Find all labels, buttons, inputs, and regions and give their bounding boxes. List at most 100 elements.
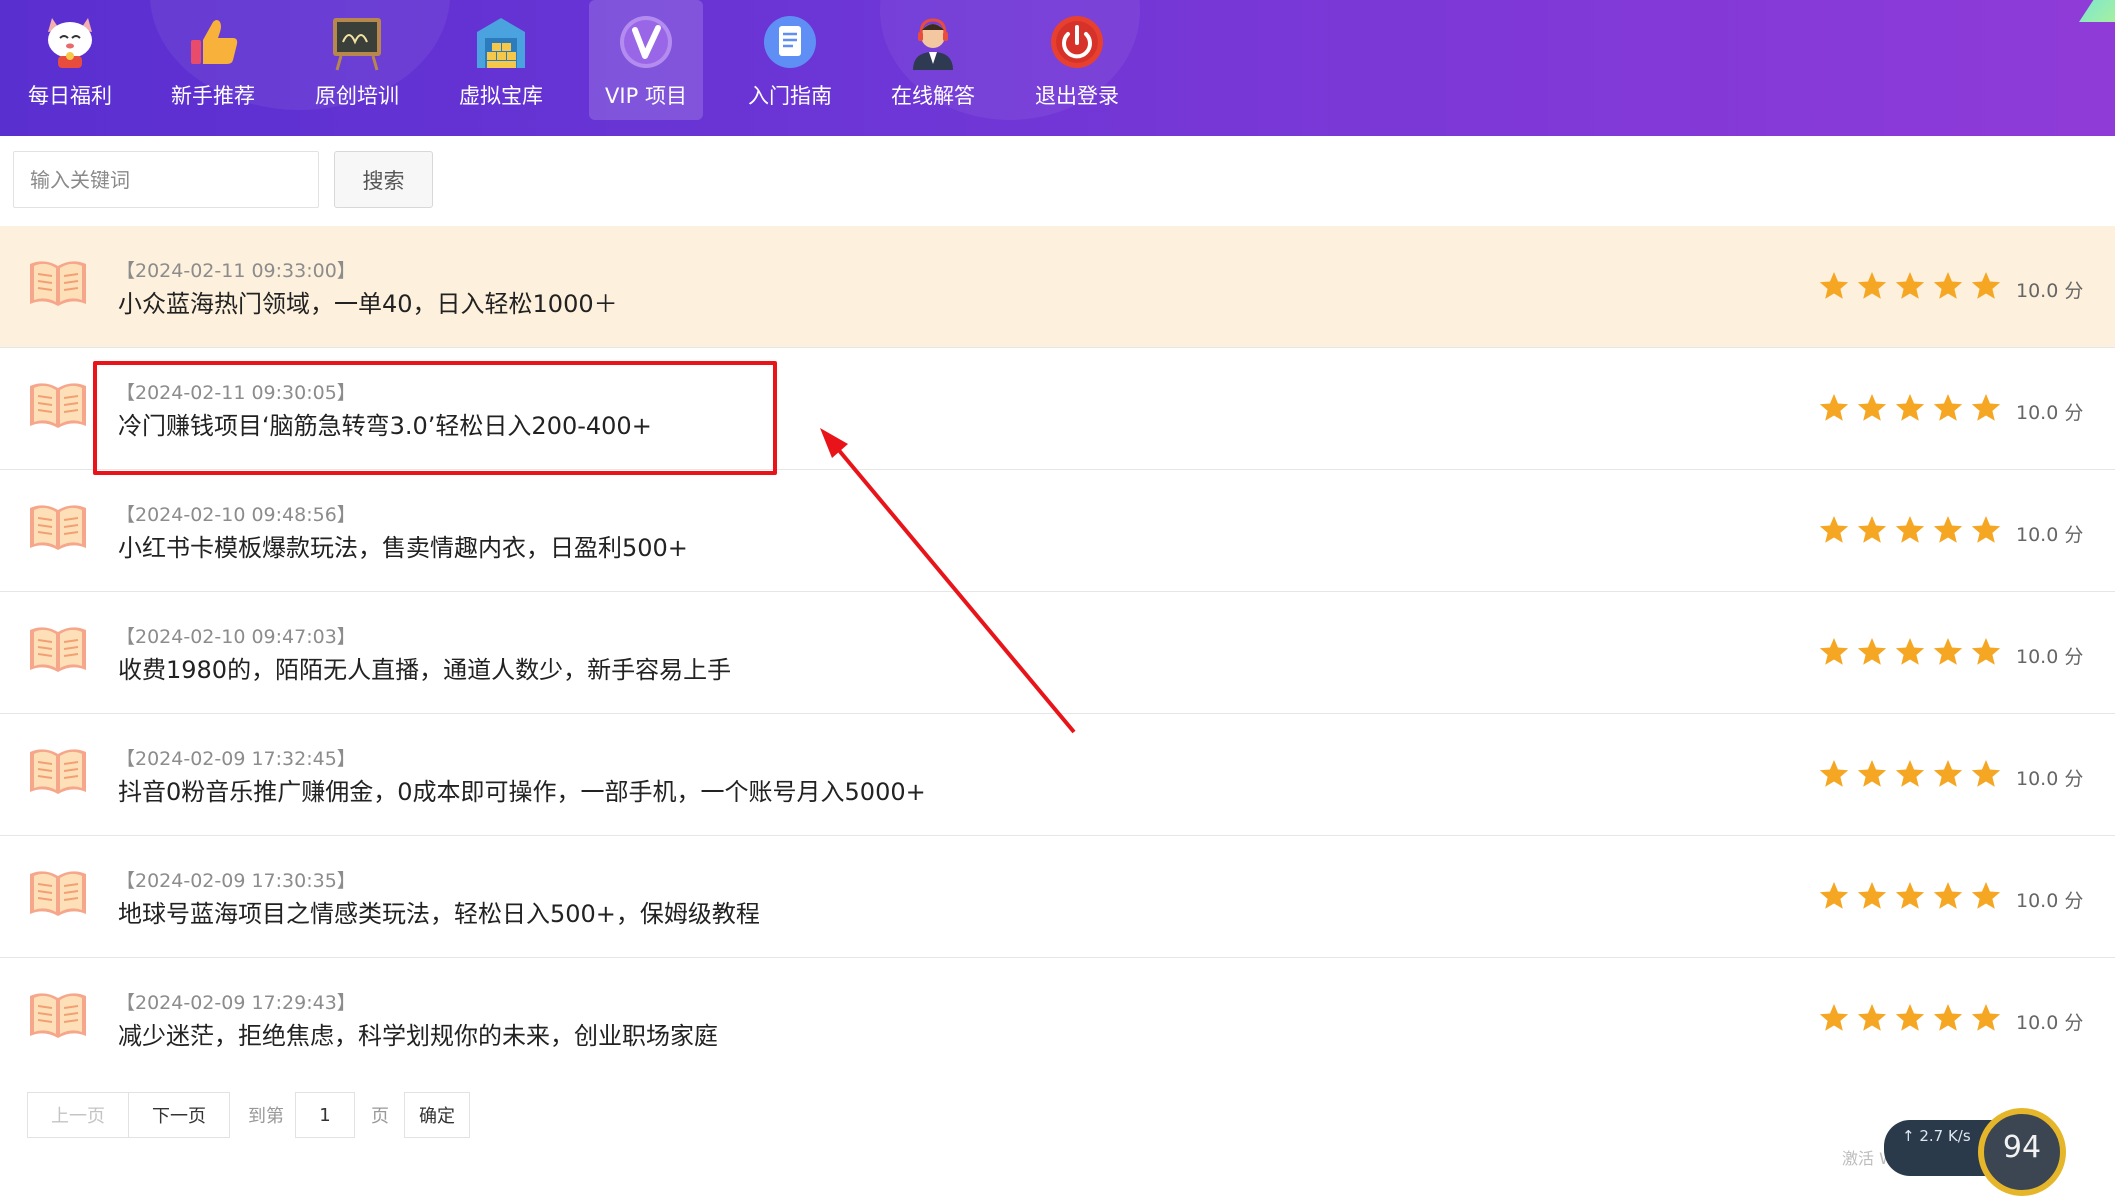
support-agent-icon (901, 10, 965, 74)
item-date: 【2024-02-09 17:30:35】 (116, 870, 356, 892)
list-item[interactable]: 【2024-02-11 09:30:05】 冷门赚钱项目‘脑筋急转弯3.0’轻松… (0, 348, 2115, 470)
star-icon (1932, 636, 1964, 668)
star-icon (1970, 392, 2002, 424)
item-title[interactable]: 收费1980的，陌陌无人直播，通道人数少，新手容易上手 (118, 650, 731, 685)
item-score: 10.0 分 (2016, 280, 2084, 302)
item-date: 【2024-02-11 09:33:00】 (116, 260, 356, 282)
open-book-icon (28, 624, 88, 674)
top-navigation-bar: 每日福利 新手推荐 原创培训 虚拟宝库 VIP 项目 入门指南 在线解答 退出登… (0, 0, 2115, 136)
list-item[interactable]: 【2024-02-10 09:47:03】 收费1980的，陌陌无人直播，通道人… (0, 592, 2115, 714)
star-icon (1818, 636, 1850, 668)
rating-stars (1818, 758, 2002, 790)
vip-badge-icon (614, 10, 678, 74)
warehouse-icon (469, 10, 533, 74)
thumbs-up-icon (181, 10, 245, 74)
vip-project-list: 【2024-02-11 09:33:00】 小众蓝海热门领域，一单40，日入轻松… (0, 226, 2115, 1080)
star-icon (1856, 880, 1888, 912)
nav-item-vip-projects[interactable]: VIP 项目 (589, 0, 703, 120)
nav-item-beginner-recommend[interactable]: 新手推荐 (156, 0, 270, 120)
item-title[interactable]: 小红书卡模板爆款玩法，售卖情趣内衣，日盈利500+ (118, 528, 688, 563)
star-icon (1856, 270, 1888, 302)
nav-item-logout[interactable]: 退出登录 (1020, 0, 1134, 120)
star-icon (1818, 514, 1850, 546)
nav-item-label: VIP 项目 (605, 84, 687, 108)
star-icon (1894, 636, 1926, 668)
open-book-icon (28, 868, 88, 918)
nav-item-label: 入门指南 (748, 84, 832, 108)
item-title[interactable]: 小众蓝海热门领域，一单40，日入轻松1000＋ (118, 284, 618, 319)
lucky-cat-icon (38, 10, 102, 74)
rating-stars (1818, 270, 2002, 302)
star-icon (1818, 392, 1850, 424)
nav-item-daily-welfare[interactable]: 每日福利 (13, 0, 127, 120)
item-title[interactable]: 冷门赚钱项目‘脑筋急转弯3.0’轻松日入200-400+ (118, 406, 652, 441)
star-icon (1856, 1002, 1888, 1034)
star-icon (1970, 880, 2002, 912)
nav-item-label: 每日福利 (28, 84, 112, 108)
item-score: 10.0 分 (2016, 524, 2084, 546)
item-date: 【2024-02-09 17:32:45】 (116, 748, 356, 770)
nav-item-label: 虚拟宝库 (459, 84, 543, 108)
star-icon (1856, 514, 1888, 546)
next-page-button[interactable]: 下一页 (128, 1092, 230, 1138)
list-item[interactable]: 【2024-02-09 17:32:45】 抖音0粉音乐推广赚佣金，0成本即可操… (0, 714, 2115, 836)
item-date: 【2024-02-09 17:29:43】 (116, 992, 356, 1014)
confirm-page-button[interactable]: 确定 (404, 1092, 470, 1138)
list-item[interactable]: 【2024-02-10 09:48:56】 小红书卡模板爆款玩法，售卖情趣内衣，… (0, 470, 2115, 592)
nav-item-online-answers[interactable]: 在线解答 (876, 0, 990, 120)
list-item[interactable]: 【2024-02-09 17:30:35】 地球号蓝海项目之情感类玩法，轻松日入… (0, 836, 2115, 958)
goto-label: 到第 (248, 1106, 284, 1127)
rating-stars (1818, 636, 2002, 668)
search-button[interactable]: 搜索 (334, 151, 433, 208)
nav-item-getting-started[interactable]: 入门指南 (733, 0, 847, 120)
nav-item-label: 新手推荐 (171, 84, 255, 108)
document-icon (758, 10, 822, 74)
star-icon (1894, 392, 1926, 424)
page-suffix-label: 页 (371, 1106, 389, 1127)
star-icon (1970, 270, 2002, 302)
nav-item-label: 在线解答 (891, 84, 975, 108)
rating-stars (1818, 880, 2002, 912)
prev-page-button[interactable]: 上一页 (27, 1092, 129, 1138)
star-icon (1894, 880, 1926, 912)
star-icon (1818, 270, 1850, 302)
item-date: 【2024-02-11 09:30:05】 (116, 382, 356, 404)
item-title[interactable]: 地球号蓝海项目之情感类玩法，轻松日入500+，保姆级教程 (118, 894, 760, 929)
item-date: 【2024-02-10 09:47:03】 (116, 626, 356, 648)
star-icon (1818, 1002, 1850, 1034)
star-icon (1970, 636, 2002, 668)
star-icon (1894, 514, 1926, 546)
star-icon (1932, 392, 1964, 424)
star-icon (1856, 636, 1888, 668)
upload-speed-text: ↑ 2.7 K/s (1902, 1127, 1971, 1145)
open-book-icon (28, 258, 88, 308)
star-icon (1970, 758, 2002, 790)
list-item[interactable]: 【2024-02-11 09:33:00】 小众蓝海热门领域，一单40，日入轻松… (0, 226, 2115, 348)
star-icon (1894, 1002, 1926, 1034)
page-number-input[interactable]: 1 (295, 1092, 355, 1138)
open-book-icon (28, 380, 88, 430)
star-icon (1894, 270, 1926, 302)
open-book-icon (28, 502, 88, 552)
star-icon (1818, 880, 1850, 912)
nav-item-label: 原创培训 (315, 84, 399, 108)
search-input[interactable] (13, 151, 319, 208)
list-item[interactable]: 【2024-02-09 17:29:43】 减少迷茫，拒绝焦虑，科学划规你的未来… (0, 958, 2115, 1080)
star-icon (1970, 514, 2002, 546)
item-score: 10.0 分 (2016, 1012, 2084, 1034)
star-icon (1970, 1002, 2002, 1034)
memory-gauge: 94 (1978, 1108, 2066, 1196)
item-score: 10.0 分 (2016, 890, 2084, 912)
nav-item-label: 退出登录 (1035, 84, 1119, 108)
item-title[interactable]: 抖音0粉音乐推广赚佣金，0成本即可操作，一部手机，一个账号月入5000+ (118, 772, 926, 807)
star-icon (1818, 758, 1850, 790)
star-icon (1932, 514, 1964, 546)
item-score: 10.0 分 (2016, 768, 2084, 790)
nav-item-original-training[interactable]: 原创培训 (300, 0, 414, 120)
item-title[interactable]: 减少迷茫，拒绝焦虑，科学划规你的未来，创业职场家庭 (118, 1016, 718, 1051)
open-book-icon (28, 746, 88, 796)
star-icon (1932, 1002, 1964, 1034)
item-score: 10.0 分 (2016, 402, 2084, 424)
nav-item-virtual-treasury[interactable]: 虚拟宝库 (444, 0, 558, 120)
corner-decoration (2079, 0, 2115, 22)
